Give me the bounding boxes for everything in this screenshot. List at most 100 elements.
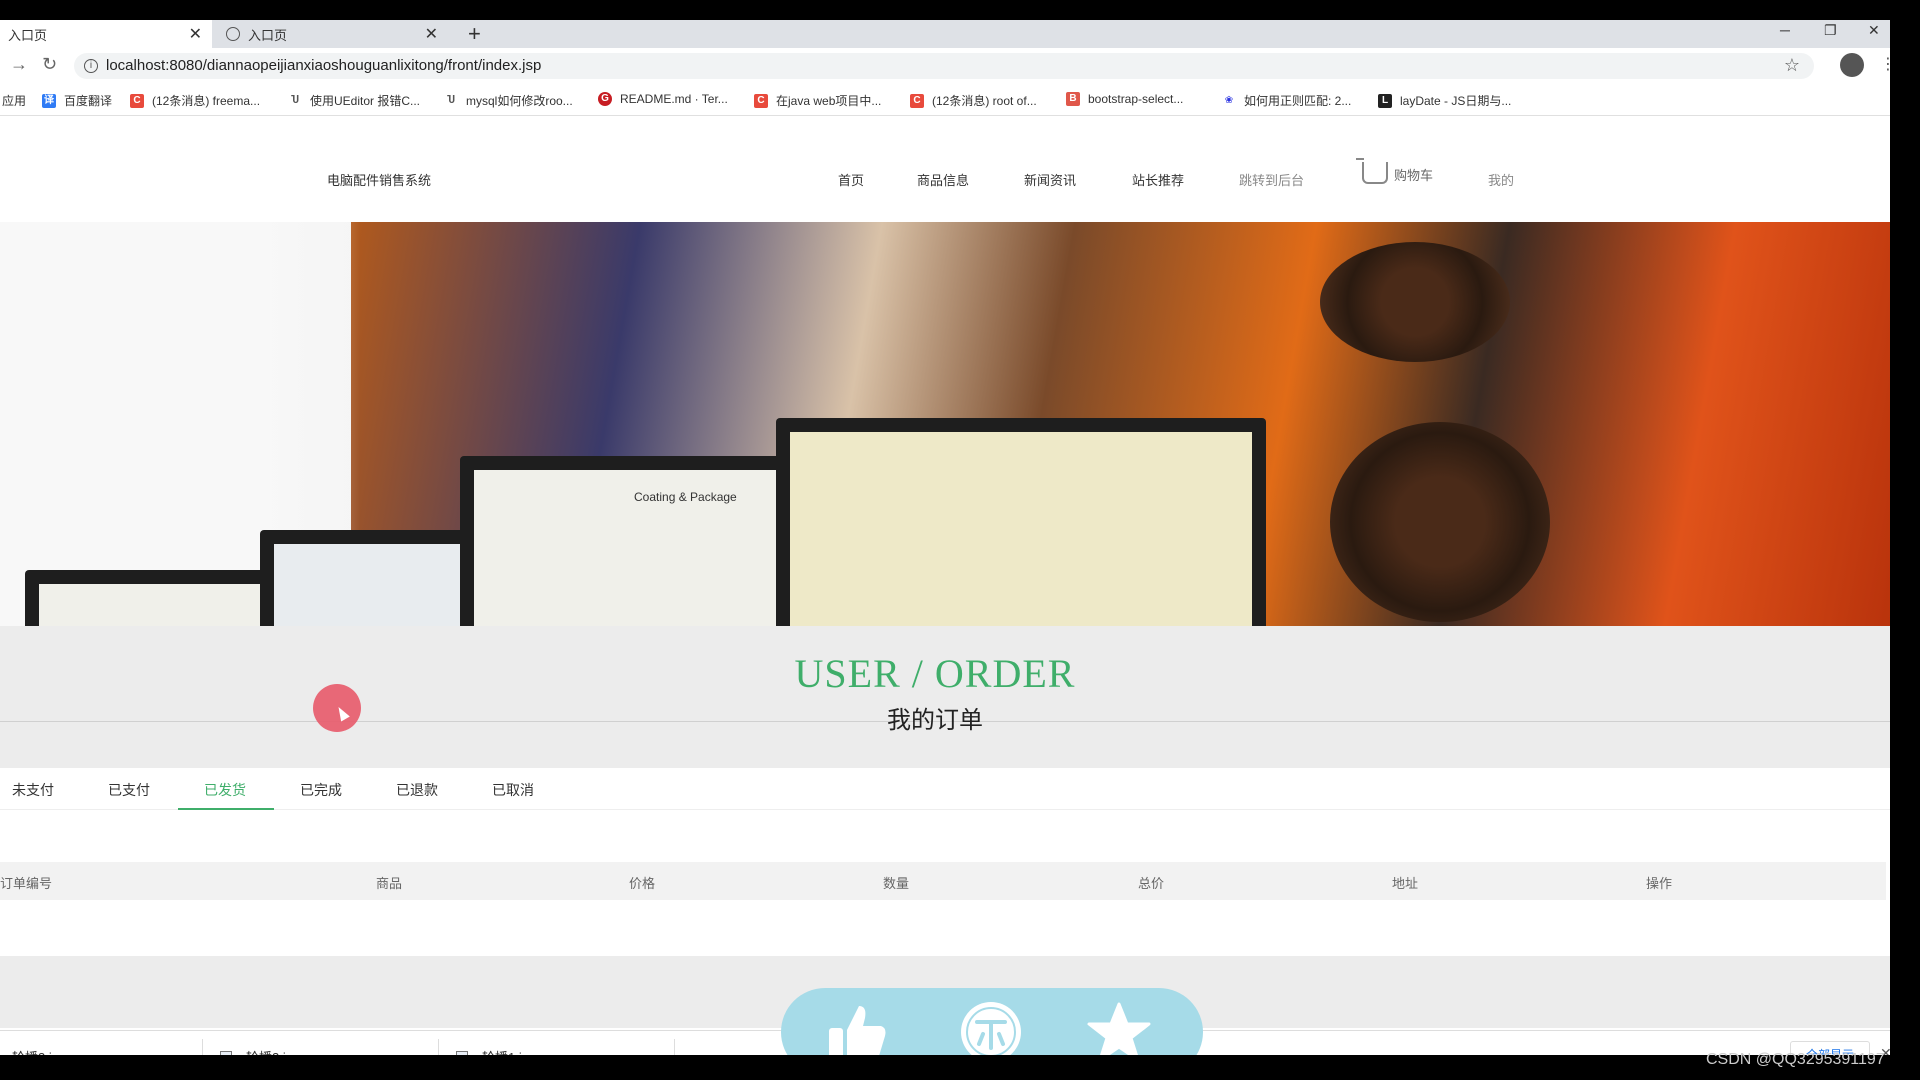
image-file-icon xyxy=(456,1051,468,1055)
bookmark-item[interactable]: B bootstrap-select... xyxy=(1066,92,1183,106)
chevron-up-icon[interactable]: ︿ xyxy=(410,1046,423,1055)
download-filename: 轮播2.jpg xyxy=(246,1047,300,1056)
nav-products[interactable]: 商品信息 xyxy=(917,170,969,189)
new-tab-button[interactable]: + xyxy=(468,20,481,48)
site-header: 电脑配件销售系统 首页 商品信息 新闻资讯 站长推荐 跳转到后台 购物车 我的 xyxy=(0,116,1890,222)
csdn-icon: C xyxy=(910,93,924,108)
section-title-cn: 我的订单 xyxy=(887,707,983,734)
order-hero: USER / ORDER 我的订单 xyxy=(0,626,1890,768)
bookmark-apps[interactable]: 应用 xyxy=(2,92,26,109)
screen-title: Coating & Package xyxy=(634,490,737,504)
cart-icon xyxy=(1356,158,1388,184)
order-status-tabs: 未支付 已支付 已发货 已完成 已退款 已取消 xyxy=(0,768,1890,810)
bookmark-item[interactable]: C (12条消息) freema... xyxy=(130,92,260,109)
baidu-translate-icon: 译 xyxy=(42,93,56,108)
url-text: localhost:8080/diannaopeijianxiaoshougua… xyxy=(106,57,542,74)
tab-title: 入口页 xyxy=(8,27,48,43)
cart-link[interactable]: 购物车 xyxy=(1356,158,1434,184)
reload-icon[interactable]: ↻ xyxy=(42,54,57,75)
nav-mine[interactable]: 我的 xyxy=(1488,170,1514,189)
browser-window: 入口页 ✕ 入口页 ✕ + ─ ❐ ✕ → ↻ i localhost:8080… xyxy=(0,20,1890,1055)
watermark: CSDN @QQ3295391197 xyxy=(1706,1051,1885,1068)
order-table-header: 订单编号 商品 价格 数量 总价 地址 操作 xyxy=(0,862,1886,900)
column-quantity: 数量 xyxy=(883,876,910,891)
column-actions: 操作 xyxy=(1646,876,1673,891)
tab-completed[interactable]: 已完成 xyxy=(300,780,342,800)
banner-carousel[interactable]: Coating & Package xyxy=(0,222,1890,626)
close-tab-icon[interactable]: ✕ xyxy=(189,24,202,44)
column-order-id: 订单编号 xyxy=(0,876,53,891)
account-icon[interactable] xyxy=(1840,53,1864,77)
tire-image xyxy=(1320,242,1510,362)
cart-label: 购物车 xyxy=(1394,168,1434,183)
info-icon[interactable]: i xyxy=(84,59,98,73)
nav-news[interactable]: 新闻资讯 xyxy=(1024,170,1076,189)
tab-unpaid[interactable]: 未支付 xyxy=(12,780,54,800)
bookmark-item[interactable]: C 在java web项目中... xyxy=(754,92,881,109)
tab-strip: 入口页 ✕ 入口页 ✕ + ─ ❐ ✕ xyxy=(0,20,1890,48)
site-title[interactable]: 电脑配件销售系统 xyxy=(327,170,431,189)
column-total: 总价 xyxy=(1138,876,1165,891)
download-filename: 轮播1.jpg xyxy=(482,1047,536,1056)
back-arrow-icon[interactable]: → xyxy=(10,54,28,75)
csdn-icon: C xyxy=(754,93,768,108)
image-file-icon xyxy=(220,1051,232,1055)
laydate-icon: L xyxy=(1378,93,1392,108)
download-item[interactable]: 轮播2.jpg xyxy=(220,1031,300,1055)
csdn-icon: C xyxy=(130,93,144,108)
download-item[interactable]: 轮播3.jpg xyxy=(12,1031,66,1056)
download-filename: 轮播3.jpg xyxy=(12,1047,66,1056)
column-price: 价格 xyxy=(629,876,656,891)
bootstrap-icon: B xyxy=(1066,92,1080,106)
tab-shipped[interactable]: 已发货 xyxy=(204,780,246,800)
browser-tab-active[interactable]: 入口页 ✕ xyxy=(0,20,212,48)
bookmark-item[interactable]: Ⴎ mysql如何修改roo... xyxy=(444,92,573,109)
coin-icon[interactable] xyxy=(959,1000,1023,1055)
tab-paid[interactable]: 已支付 xyxy=(108,780,150,800)
bookmark-item[interactable]: Ⴎ 使用UEditor 报错C... xyxy=(288,92,420,109)
divider xyxy=(674,1039,675,1055)
address-bar[interactable]: i localhost:8080/diannaopeijianxiaoshoug… xyxy=(74,53,1814,79)
column-product: 商品 xyxy=(376,876,403,891)
download-item[interactable]: 轮播1.jpg xyxy=(456,1031,536,1055)
bookmark-item[interactable]: 译 百度翻译 xyxy=(42,92,112,109)
star-icon[interactable] xyxy=(1087,1000,1151,1055)
monitor-image xyxy=(776,418,1266,626)
bookmark-item[interactable]: L layDate - JS日期与... xyxy=(1378,92,1511,109)
chevron-up-icon[interactable]: ︿ xyxy=(644,1046,657,1055)
bookmarks-bar: 应用 译 百度翻译 C (12条消息) freema... Ⴎ 使用UEdito… xyxy=(0,84,1890,116)
screen: 入口页 ✕ 入口页 ✕ + ─ ❐ ✕ → ↻ i localhost:8080… xyxy=(0,0,1920,1080)
thumb-up-icon[interactable] xyxy=(825,1000,889,1055)
floating-action-bar xyxy=(781,988,1203,1055)
divider xyxy=(202,1039,203,1055)
bookmark-star-icon[interactable]: ☆ xyxy=(1784,55,1800,76)
browser-toolbar: → ↻ i localhost:8080/diannaopeijianxiaos… xyxy=(0,48,1890,84)
bookmark-item[interactable]: C (12条消息) root of... xyxy=(910,92,1037,109)
browser-tab[interactable]: 入口页 ✕ xyxy=(216,20,448,48)
gitee-icon: G xyxy=(598,92,612,106)
monitor-image xyxy=(25,570,275,626)
nav-recommend[interactable]: 站长推荐 xyxy=(1132,170,1184,189)
nav-home[interactable]: 首页 xyxy=(838,170,864,189)
tire-image xyxy=(1330,422,1550,622)
minimize-button[interactable]: ─ xyxy=(1780,22,1790,38)
tab-refunded[interactable]: 已退款 xyxy=(396,780,438,800)
link-icon: Ⴎ xyxy=(291,94,299,106)
globe-icon xyxy=(226,27,240,41)
restore-button[interactable]: ❐ xyxy=(1824,22,1837,39)
column-address: 地址 xyxy=(1392,876,1419,891)
nav-admin[interactable]: 跳转到后台 xyxy=(1239,170,1304,189)
menu-icon[interactable]: ⋮ xyxy=(1880,54,1890,74)
section-title-en: USER / ORDER xyxy=(794,651,1076,696)
link-icon: Ⴎ xyxy=(447,94,455,106)
chevron-up-icon[interactable]: ︿ xyxy=(174,1046,187,1055)
bookmark-item[interactable]: ❀ 如何用正则匹配: 2... xyxy=(1222,92,1352,109)
tab-title: 入口页 xyxy=(248,27,288,43)
bookmark-item[interactable]: G README.md · Ter... xyxy=(598,92,728,106)
tab-cancelled[interactable]: 已取消 xyxy=(492,780,534,800)
close-window-button[interactable]: ✕ xyxy=(1868,22,1880,39)
active-tab-indicator xyxy=(178,808,274,810)
close-tab-icon[interactable]: ✕ xyxy=(425,24,438,44)
baidu-paw-icon: ❀ xyxy=(1224,94,1234,106)
divider xyxy=(438,1039,439,1055)
